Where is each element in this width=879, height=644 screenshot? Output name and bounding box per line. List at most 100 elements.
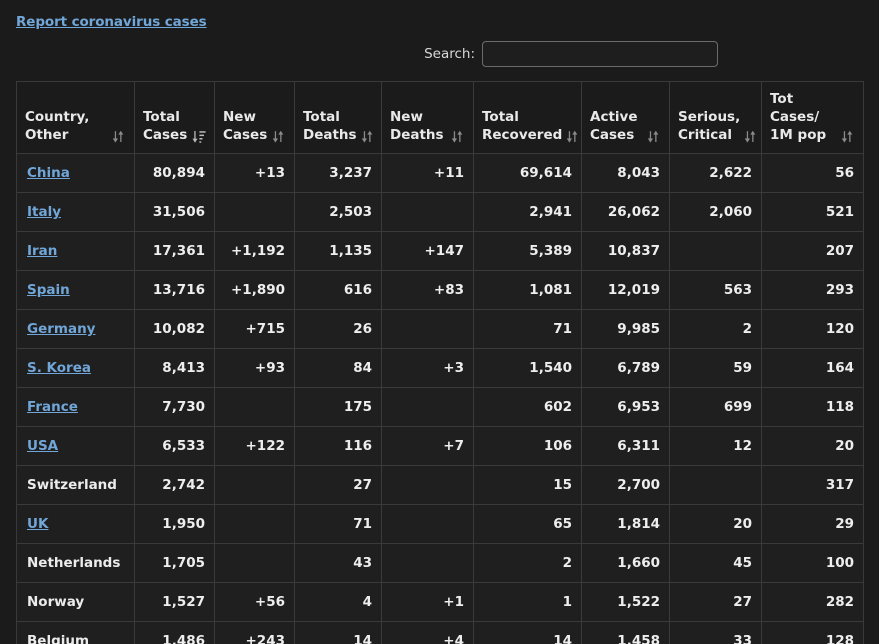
cell-new-deaths: +3 xyxy=(382,349,474,388)
column-header-3[interactable]: Total Deaths xyxy=(295,82,382,154)
search-container: Search: xyxy=(0,30,879,67)
cell-serious-critical: 699 xyxy=(670,388,762,427)
cell-total-cases: 1,950 xyxy=(135,505,215,544)
cell-new-deaths: +11 xyxy=(382,154,474,193)
cell-new-cases xyxy=(215,505,295,544)
cell-serious-critical: 20 xyxy=(670,505,762,544)
cell-serious-critical xyxy=(670,232,762,271)
column-header-inner: New Cases xyxy=(223,109,285,145)
cell-cases-per-1m: 164 xyxy=(762,349,864,388)
cell-country: UK xyxy=(17,505,135,544)
cell-serious-critical: 563 xyxy=(670,271,762,310)
report-coronavirus-cases-link[interactable]: Report coronavirus cases xyxy=(16,14,207,30)
cell-total-cases: 8,413 xyxy=(135,349,215,388)
cell-total-deaths: 1,135 xyxy=(295,232,382,271)
cell-new-deaths xyxy=(382,505,474,544)
country-link[interactable]: Iran xyxy=(27,243,57,259)
table-container: Country, Other Total Cases New Cases Total … xyxy=(0,67,879,644)
column-header-label: Total Cases xyxy=(143,109,187,145)
column-header-7[interactable]: Serious, Critical xyxy=(670,82,762,154)
cell-serious-critical: 2,622 xyxy=(670,154,762,193)
table-row: Netherlands1,7054321,66045100 xyxy=(17,544,864,583)
search-label: Search: xyxy=(424,46,475,62)
country-link[interactable]: France xyxy=(27,399,78,415)
sort-both-icon[interactable] xyxy=(361,130,374,144)
country-link[interactable]: UK xyxy=(27,516,48,532)
cell-total-deaths: 175 xyxy=(295,388,382,427)
cell-country: Norway xyxy=(17,583,135,622)
cell-cases-per-1m: 207 xyxy=(762,232,864,271)
sort-both-icon[interactable] xyxy=(647,130,660,144)
sort-both-icon[interactable] xyxy=(744,130,757,144)
cell-serious-critical: 33 xyxy=(670,622,762,644)
cell-total-cases: 31,506 xyxy=(135,193,215,232)
cell-active-cases: 10,837 xyxy=(582,232,670,271)
cell-total-deaths: 14 xyxy=(295,622,382,644)
country-link[interactable]: Germany xyxy=(27,321,95,337)
cell-cases-per-1m: 293 xyxy=(762,271,864,310)
cell-cases-per-1m: 282 xyxy=(762,583,864,622)
cell-new-cases: +243 xyxy=(215,622,295,644)
column-header-label: Serious, Critical xyxy=(678,109,740,145)
cell-cases-per-1m: 29 xyxy=(762,505,864,544)
cell-new-cases xyxy=(215,193,295,232)
cell-total-deaths: 4 xyxy=(295,583,382,622)
cell-new-deaths: +147 xyxy=(382,232,474,271)
column-header-2[interactable]: New Cases xyxy=(215,82,295,154)
cell-new-deaths xyxy=(382,388,474,427)
cell-total-cases: 1,527 xyxy=(135,583,215,622)
cell-total-recovered: 1,081 xyxy=(474,271,582,310)
column-header-0[interactable]: Country, Other xyxy=(17,82,135,154)
cell-active-cases: 9,985 xyxy=(582,310,670,349)
cell-active-cases: 26,062 xyxy=(582,193,670,232)
column-header-6[interactable]: Active Cases xyxy=(582,82,670,154)
coronavirus-cases-table: Country, Other Total Cases New Cases Total … xyxy=(16,81,864,644)
cell-new-cases xyxy=(215,544,295,583)
cell-active-cases: 1,522 xyxy=(582,583,670,622)
cell-total-deaths: 2,503 xyxy=(295,193,382,232)
sort-both-icon[interactable] xyxy=(841,130,854,144)
sort-both-icon[interactable] xyxy=(272,130,285,144)
sort-both-icon[interactable] xyxy=(566,130,579,144)
column-header-inner: Total Recovered xyxy=(482,109,572,145)
search-input[interactable] xyxy=(482,41,718,67)
cell-serious-critical: 12 xyxy=(670,427,762,466)
cell-total-recovered: 2,941 xyxy=(474,193,582,232)
country-link[interactable]: China xyxy=(27,165,70,181)
cell-country: Italy xyxy=(17,193,135,232)
table-row: France7,7301756026,953699118 xyxy=(17,388,864,427)
country-link[interactable]: Italy xyxy=(27,204,61,220)
cell-total-cases: 1,486 xyxy=(135,622,215,644)
country-link[interactable]: USA xyxy=(27,438,58,454)
cell-new-deaths: +1 xyxy=(382,583,474,622)
cell-total-cases: 80,894 xyxy=(135,154,215,193)
cell-total-recovered: 106 xyxy=(474,427,582,466)
column-header-4[interactable]: New Deaths xyxy=(382,82,474,154)
column-header-label: Total Deaths xyxy=(303,109,357,145)
cell-serious-critical: 2,060 xyxy=(670,193,762,232)
cell-new-deaths: +83 xyxy=(382,271,474,310)
cell-country: Belgium xyxy=(17,622,135,644)
country-label: Netherlands xyxy=(27,555,120,571)
sort-both-icon[interactable] xyxy=(451,130,464,144)
table-row: UK1,95071651,8142029 xyxy=(17,505,864,544)
column-header-label: Country, Other xyxy=(25,109,89,145)
page-root: Report coronavirus cases Search: Country… xyxy=(0,0,879,644)
sort-amount-down-icon[interactable] xyxy=(192,130,205,144)
cell-new-cases xyxy=(215,388,295,427)
country-link[interactable]: Spain xyxy=(27,282,70,298)
cell-cases-per-1m: 20 xyxy=(762,427,864,466)
cell-total-cases: 10,082 xyxy=(135,310,215,349)
column-header-5[interactable]: Total Recovered xyxy=(474,82,582,154)
cell-new-deaths xyxy=(382,544,474,583)
cell-total-deaths: 27 xyxy=(295,466,382,505)
cell-active-cases: 6,311 xyxy=(582,427,670,466)
country-label: Switzerland xyxy=(27,477,117,493)
column-header-8[interactable]: Tot Cases/ 1M pop xyxy=(762,82,864,154)
sort-both-icon[interactable] xyxy=(112,130,125,144)
cell-cases-per-1m: 521 xyxy=(762,193,864,232)
country-link[interactable]: S. Korea xyxy=(27,360,91,376)
column-header-1[interactable]: Total Cases xyxy=(135,82,215,154)
cell-total-deaths: 26 xyxy=(295,310,382,349)
cell-country: Spain xyxy=(17,271,135,310)
